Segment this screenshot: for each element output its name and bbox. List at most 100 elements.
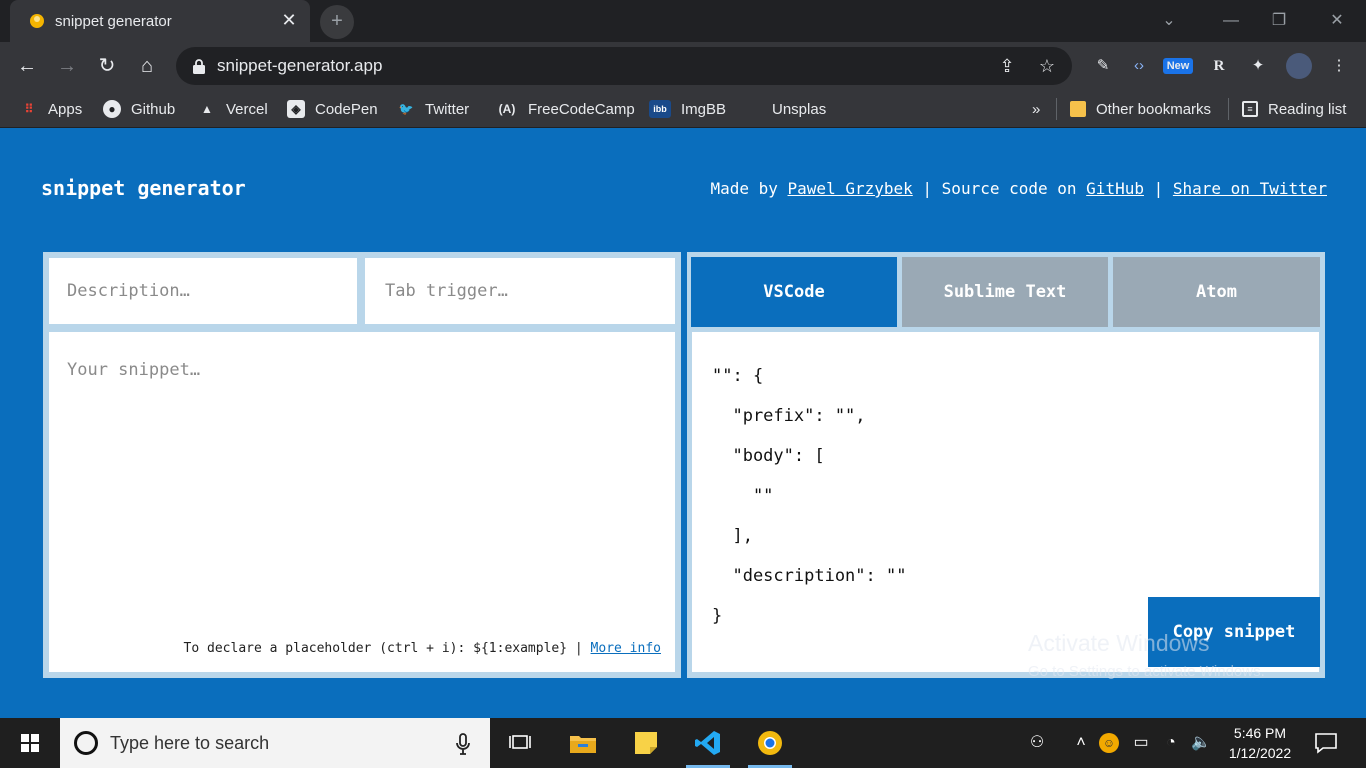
bookmark-label: Github	[131, 100, 176, 118]
apps-grid-icon: ⠿	[24, 102, 34, 116]
back-icon[interactable]: ←	[14, 53, 40, 79]
extensions-puzzle-icon[interactable]: ✦	[1245, 53, 1271, 79]
hint-text: To declare a placeholder (ctrl + i): ${1…	[183, 641, 591, 656]
wifi-icon[interactable]: ◔	[1160, 732, 1182, 754]
home-icon[interactable]: ⌂	[134, 53, 160, 79]
search-placeholder: Type here to search	[110, 733, 270, 753]
bookmark-label: ImgBB	[681, 100, 727, 118]
people-icon[interactable]: ⚇	[1026, 732, 1048, 754]
tab-sublime-text[interactable]: Sublime Text	[902, 257, 1108, 327]
restore-icon[interactable]: ❐	[1266, 8, 1292, 34]
bookmarks-divider	[1056, 98, 1057, 120]
window-close-icon[interactable]: ✕	[1324, 8, 1350, 34]
placeholder-hint: To declare a placeholder (ctrl + i): ${1…	[184, 641, 661, 656]
tab-atom[interactable]: Atom	[1113, 257, 1320, 327]
reload-icon[interactable]: ↻	[94, 53, 120, 79]
menu-kebab-icon[interactable]: ⋮	[1326, 53, 1352, 79]
snippet-favicon-icon	[30, 14, 44, 28]
extension-r-icon[interactable]: R	[1206, 53, 1232, 79]
bookmark-apps[interactable]: ⠿ Apps	[20, 93, 83, 125]
snippet-textarea[interactable]	[49, 332, 675, 672]
vscode-taskbar-icon[interactable]	[682, 718, 734, 768]
tray-overflow-chevron-icon[interactable]: ˄	[1070, 732, 1092, 754]
taskbar-clock[interactable]: 5:46 PM 1/12/2022	[1222, 723, 1298, 763]
tab-close-icon[interactable]: ✕	[278, 9, 300, 31]
windows-taskbar: Type here to search ⚇ ˄ ☺ ▭ ◔ 🔈 5:46 PM …	[0, 718, 1366, 768]
task-view-icon[interactable]	[494, 718, 546, 768]
snippet-code: "": { "prefix": "", "body": [ "" ], "des…	[712, 366, 907, 626]
address-bar[interactable]: snippet-generator.app ⇪ ☆	[176, 47, 1072, 85]
share-icon[interactable]: ⇪	[996, 55, 1018, 77]
notification-center-icon[interactable]	[1314, 731, 1338, 755]
vercel-triangle-icon: ▲	[201, 102, 213, 116]
made-by-label: Made by	[710, 179, 788, 198]
sticky-notes-icon[interactable]	[620, 718, 672, 768]
page-content: snippet generator Made by Pawel Grzybek …	[0, 128, 1366, 718]
bookmark-label: Vercel	[226, 100, 268, 118]
input-panel: To declare a placeholder (ctrl + i): ${1…	[43, 252, 681, 678]
description-input[interactable]	[49, 258, 357, 324]
credits-separator: |	[1143, 179, 1173, 198]
reading-list[interactable]: ≡ Reading list	[1242, 93, 1346, 125]
bookmark-star-icon[interactable]: ☆	[1036, 55, 1058, 77]
minimize-icon[interactable]: —	[1218, 8, 1244, 34]
tab-vscode[interactable]: VSCode	[691, 257, 897, 327]
credits: Made by Pawel Grzybek | Source code on G…	[710, 179, 1327, 198]
volume-icon[interactable]: 🔈	[1190, 732, 1212, 754]
github-icon: ●	[103, 100, 121, 118]
bookmark-vercel[interactable]: ▲ Vercel	[198, 93, 268, 125]
bookmark-label: CodePen	[315, 100, 378, 118]
freecodecamp-icon: (A)	[498, 102, 516, 116]
bookmark-unsplash[interactable]: Unsplas	[744, 93, 826, 125]
taskbar-search[interactable]: Type here to search	[60, 718, 490, 768]
bookmarks-overflow-chevron-icon[interactable]: »	[1032, 93, 1040, 125]
url-text: snippet-generator.app	[217, 56, 383, 75]
snippet-output: "": { "prefix": "", "body": [ "" ], "des…	[692, 332, 1320, 672]
bookmark-codepen[interactable]: ◈ CodePen	[287, 93, 378, 125]
lock-icon	[193, 59, 205, 74]
imgbb-icon: ibb	[649, 100, 671, 118]
unsplash-icon	[744, 100, 762, 118]
twitter-bird-icon: 🐦	[398, 102, 414, 116]
site-title: snippet generator	[41, 176, 246, 200]
chrome-taskbar-icon[interactable]	[744, 718, 796, 768]
clock-date: 1/12/2022	[1228, 745, 1292, 761]
bookmark-freecodecamp[interactable]: (A) FreeCodeCamp	[496, 93, 635, 125]
author-link[interactable]: Pawel Grzybek	[788, 179, 913, 198]
profile-avatar[interactable]	[1286, 53, 1312, 79]
extension-new-badge[interactable]: New	[1163, 58, 1193, 74]
tab-search-icon[interactable]: ⌄	[1156, 8, 1182, 34]
share-twitter-link[interactable]: Share on Twitter	[1173, 179, 1327, 198]
bookmarks-bar: ⠿ Apps ● Github ▲ Vercel ◈ CodePen 🐦 Twi…	[0, 90, 1366, 128]
browser-toolbar: ← → ↻ ⌂ snippet-generator.app ⇪ ☆ ✎ ‹› N…	[0, 42, 1366, 90]
bookmark-other[interactable]: Other bookmarks	[1070, 93, 1211, 125]
tab-trigger-input[interactable]	[365, 258, 675, 324]
output-panel: VSCode Sublime Text Atom "": { "prefix":…	[687, 252, 1325, 678]
bookmark-imgbb[interactable]: ibb ImgBB	[649, 93, 726, 125]
bookmarks-divider	[1228, 98, 1229, 120]
bookmark-label: Apps	[48, 100, 83, 118]
forward-icon[interactable]: →	[54, 53, 80, 79]
windows-start-icon[interactable]	[0, 718, 60, 768]
copy-snippet-button[interactable]: Copy snippet	[1148, 597, 1320, 667]
source-label: Source code on	[941, 179, 1087, 198]
cortana-icon	[74, 731, 98, 755]
bookmark-twitter[interactable]: 🐦 Twitter	[397, 93, 470, 125]
app-tray-icon[interactable]: ☺	[1099, 733, 1119, 753]
bookmark-label: Unsplas	[772, 100, 827, 118]
battery-icon[interactable]: ▭	[1130, 732, 1152, 754]
github-link[interactable]: GitHub	[1086, 179, 1144, 198]
bookmark-label: Twitter	[425, 100, 470, 118]
extension-pen-icon[interactable]: ✎	[1090, 53, 1116, 79]
file-explorer-icon[interactable]	[557, 718, 609, 768]
reading-list-icon: ≡	[1242, 101, 1258, 117]
bookmark-github[interactable]: ● Github	[103, 93, 175, 125]
more-info-link[interactable]: More info	[591, 641, 661, 656]
folder-icon	[1070, 101, 1086, 117]
reading-list-label: Reading list	[1268, 100, 1347, 118]
microphone-icon[interactable]	[455, 732, 471, 756]
extension-code-icon[interactable]: ‹›	[1126, 53, 1152, 79]
new-tab-button[interactable]: +	[320, 5, 354, 39]
tab-title: snippet generator	[55, 13, 172, 30]
browser-tab[interactable]: snippet generator ✕	[10, 0, 310, 42]
